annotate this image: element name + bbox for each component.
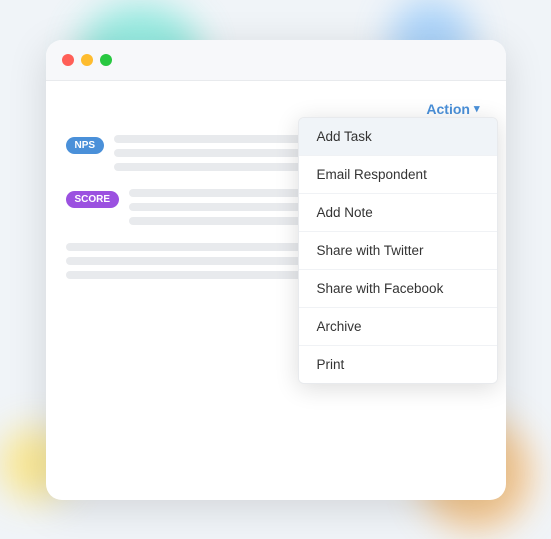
chevron-down-icon: ▾ — [474, 102, 480, 115]
nps-badge: NPS — [66, 137, 105, 154]
menu-item-add-task[interactable]: Add Task — [299, 118, 497, 156]
menu-item-archive[interactable]: Archive — [299, 308, 497, 346]
menu-item-share-twitter[interactable]: Share with Twitter — [299, 232, 497, 270]
dropdown-menu: Add Task Email Respondent Add Note Share… — [298, 117, 498, 384]
main-card: Action ▾ NPS SCORE — [46, 40, 506, 500]
content-area: Action ▾ NPS SCORE — [46, 81, 506, 295]
action-label: Action — [426, 101, 470, 117]
dot-red — [62, 54, 74, 66]
score-badge: SCORE — [66, 191, 120, 208]
menu-item-print[interactable]: Print — [299, 346, 497, 383]
skeleton-line — [114, 149, 318, 157]
menu-item-add-note[interactable]: Add Note — [299, 194, 497, 232]
menu-item-email-respondent[interactable]: Email Respondent — [299, 156, 497, 194]
title-bar — [46, 40, 506, 81]
dot-yellow — [81, 54, 93, 66]
menu-item-share-facebook[interactable]: Share with Facebook — [299, 270, 497, 308]
dot-green — [100, 54, 112, 66]
skeleton-line — [129, 217, 325, 225]
